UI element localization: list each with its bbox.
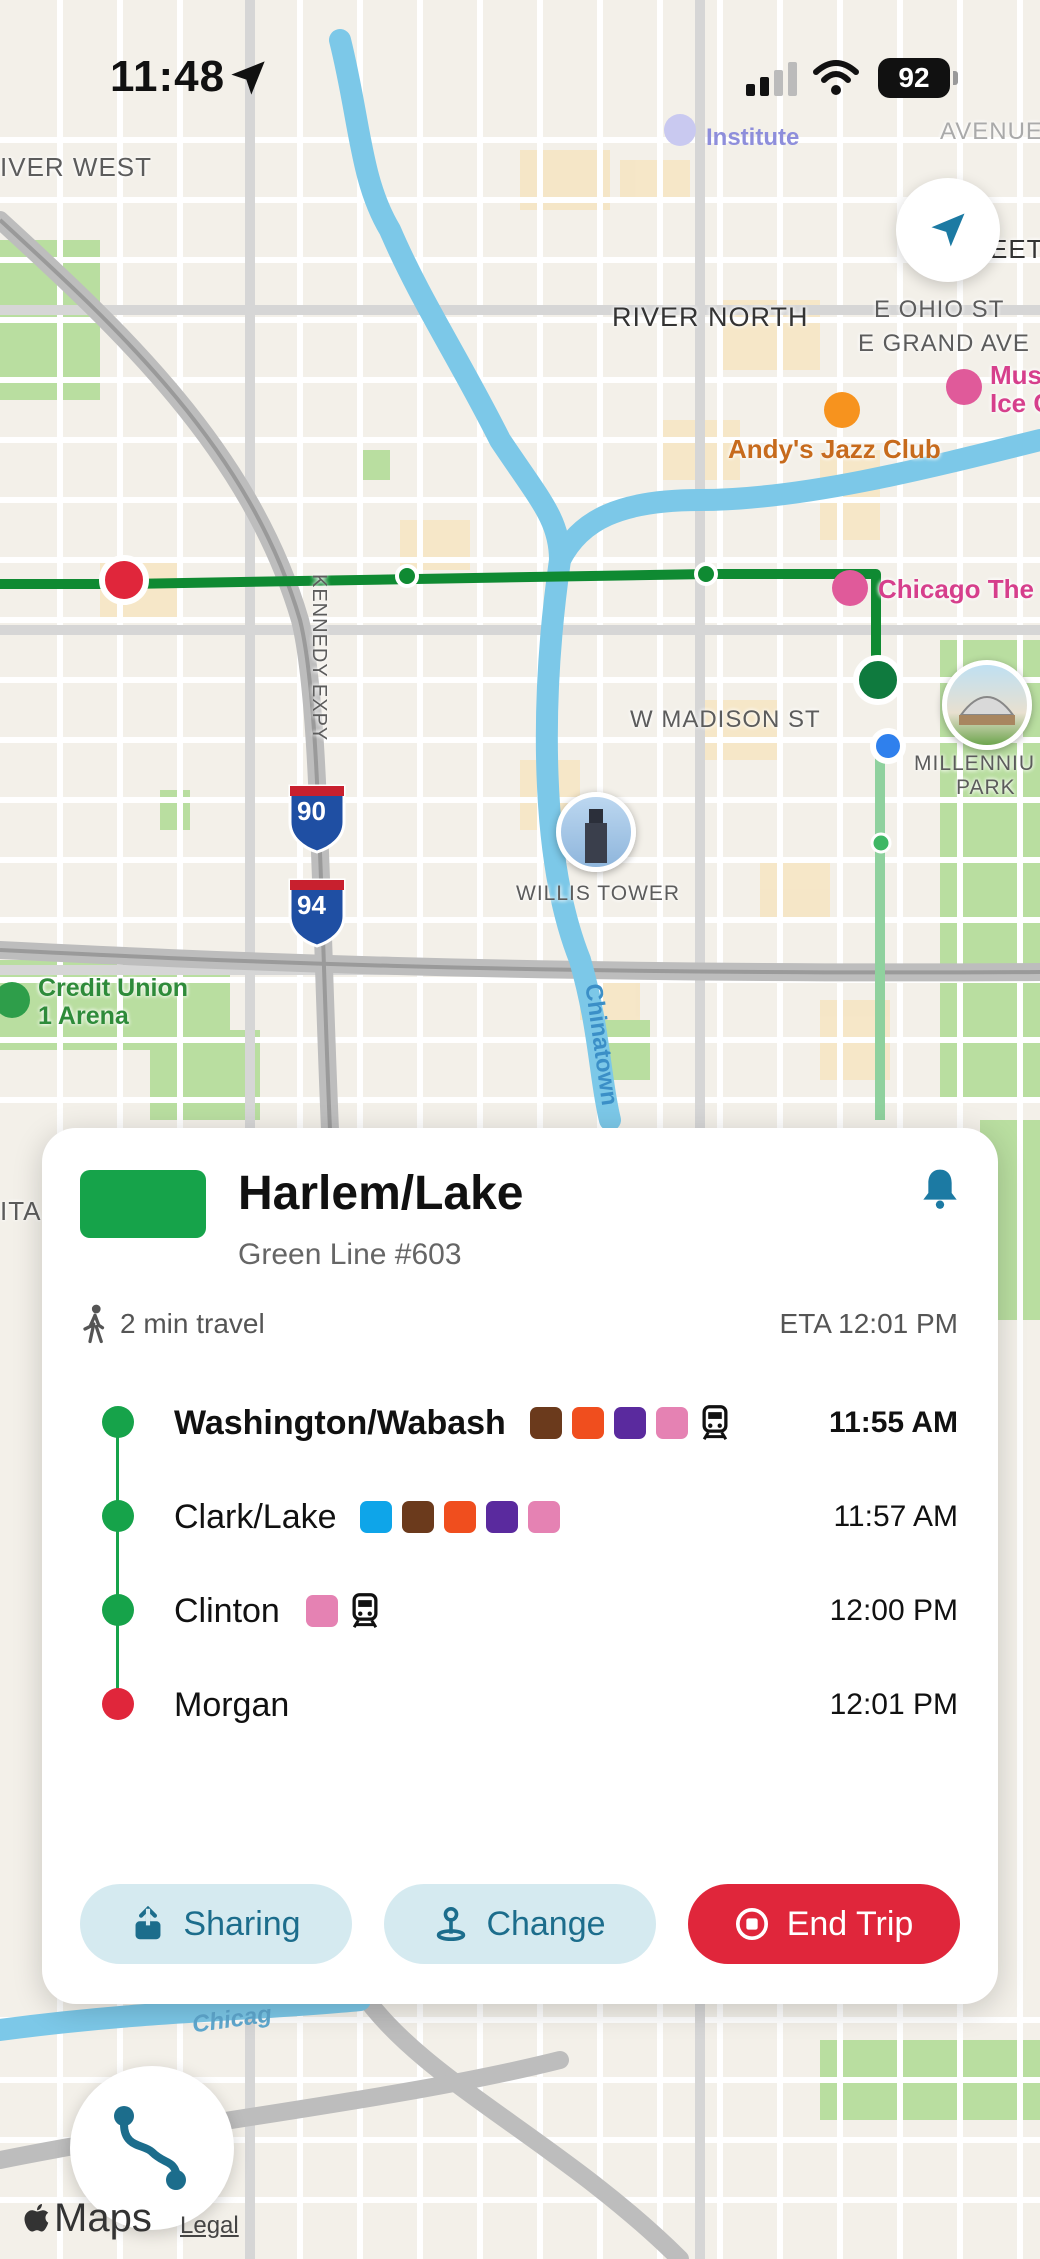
trip-card: Harlem/Lake Green Line #603 2 min travel… — [42, 1128, 998, 2004]
apple-logo-icon — [24, 2203, 49, 2231]
legal-link[interactable]: Legal — [180, 2212, 239, 2240]
map-label-chicago-theatre[interactable]: Chicago The — [878, 574, 1034, 605]
map-label-ice: Ice C — [990, 388, 1040, 418]
tower-icon — [585, 809, 607, 863]
stop-dot — [102, 1500, 134, 1532]
stop-name: Washington/Wabash — [174, 1404, 506, 1442]
stop-row[interactable]: Clinton 12:00 PM — [42, 1580, 998, 1640]
sharing-label: Sharing — [183, 1904, 301, 1943]
share-icon — [135, 1906, 161, 1940]
stop-dot — [102, 1406, 134, 1438]
map-label-kennedy-expy: KENNEDY EXPY — [308, 574, 330, 742]
map-label-river-north: RIVER NORTH — [612, 302, 809, 332]
pink-line-chip — [528, 1501, 560, 1533]
millennium-park-poi[interactable] — [942, 660, 1032, 750]
location-services-icon — [231, 61, 265, 95]
brown-line-chip — [530, 1407, 562, 1439]
map-label-andys-jazz-club[interactable]: Andy's Jazz Club — [728, 434, 941, 465]
travel-duration: 2 min travel — [120, 1308, 265, 1339]
locate-me-button[interactable] — [896, 178, 1000, 282]
stops-timeline-rail — [116, 1422, 119, 1702]
map-label-e-grand-ave: E GRAND AVE — [858, 330, 1030, 357]
map-label-mus: Mus — [990, 360, 1040, 390]
map-label-credit-union-line1[interactable]: Credit Union — [38, 974, 188, 1003]
orange-line-chip — [572, 1407, 604, 1439]
sharing-button[interactable]: Sharing — [80, 1884, 352, 1964]
status-time: 11:48 — [110, 52, 226, 101]
pavilion-icon — [959, 696, 1015, 725]
walking-icon — [83, 1304, 105, 1344]
connecting-lines — [306, 1593, 382, 1629]
map-label-w-madison-st: W MADISON ST — [630, 706, 821, 733]
blue-line-chip — [360, 1501, 392, 1533]
map-label-park: PARK — [956, 776, 1016, 799]
status-bar: 11:48 92 — [0, 0, 1040, 150]
stop-row[interactable]: Morgan 12:01 PM — [42, 1674, 998, 1734]
stop-dot — [102, 1688, 134, 1720]
purple-line-chip — [486, 1501, 518, 1533]
change-label: Change — [486, 1904, 606, 1943]
stop-circle-icon — [735, 1907, 768, 1941]
route-icon — [114, 2106, 186, 2190]
stop-dot — [102, 1594, 134, 1626]
map-label-e-ohio-st: E OHIO ST — [874, 296, 1005, 323]
orange-line-chip — [444, 1501, 476, 1533]
map-label-ita: ITA — [0, 1196, 42, 1226]
pin-location-icon — [437, 1906, 466, 1942]
stop-row[interactable]: Clark/Lake 11:57 AM — [42, 1486, 998, 1546]
brown-line-chip — [402, 1501, 434, 1533]
maps-brand-label: Maps — [54, 2196, 152, 2240]
map-label-river-west: IVER WEST — [0, 152, 153, 182]
interstate-94-label: 94 — [297, 890, 326, 920]
stop-time: 11:55 AM — [829, 1406, 958, 1439]
maps-brand: Maps — [22, 2196, 152, 2241]
train-icon — [352, 1593, 378, 1629]
stop-name: Morgan — [174, 1686, 290, 1724]
end-trip-button[interactable]: End Trip — [688, 1884, 960, 1964]
bell-icon[interactable] — [920, 1166, 960, 1210]
eta-label: ETA 12:01 PM — [779, 1308, 958, 1339]
stop-name: Clark/Lake — [174, 1498, 337, 1536]
train-icon — [702, 1405, 728, 1441]
map-label-credit-union-line2[interactable]: 1 Arena — [38, 1002, 129, 1031]
battery-indicator: 92 — [878, 58, 958, 98]
location-arrow-icon — [931, 213, 965, 247]
pink-line-chip — [306, 1595, 338, 1627]
purple-line-chip — [614, 1407, 646, 1439]
end-trip-label: End Trip — [786, 1904, 914, 1943]
connecting-lines — [530, 1405, 732, 1441]
map-label-millennium: MILLENNIU — [914, 752, 1036, 775]
stop-time: 12:00 PM — [829, 1594, 958, 1627]
interstate-90-label: 90 — [297, 796, 326, 826]
trip-line-subtitle: Green Line #603 — [238, 1238, 462, 1271]
trip-destination-title: Harlem/Lake — [238, 1167, 524, 1220]
wifi-icon — [813, 60, 859, 95]
cellular-signal-icon — [746, 62, 797, 96]
pink-line-chip — [656, 1407, 688, 1439]
connecting-lines — [360, 1500, 560, 1534]
stop-time: 12:01 PM — [829, 1688, 958, 1721]
willis-tower-poi[interactable] — [556, 792, 636, 872]
stop-time: 11:57 AM — [833, 1500, 958, 1533]
change-button[interactable]: Change — [384, 1884, 656, 1964]
stop-name: Clinton — [174, 1592, 280, 1630]
route-color-badge — [80, 1170, 206, 1238]
map-label-willis-tower[interactable]: WILLIS TOWER — [516, 882, 680, 906]
stop-row[interactable]: Washington/Wabash 11:55 AM — [42, 1392, 998, 1452]
